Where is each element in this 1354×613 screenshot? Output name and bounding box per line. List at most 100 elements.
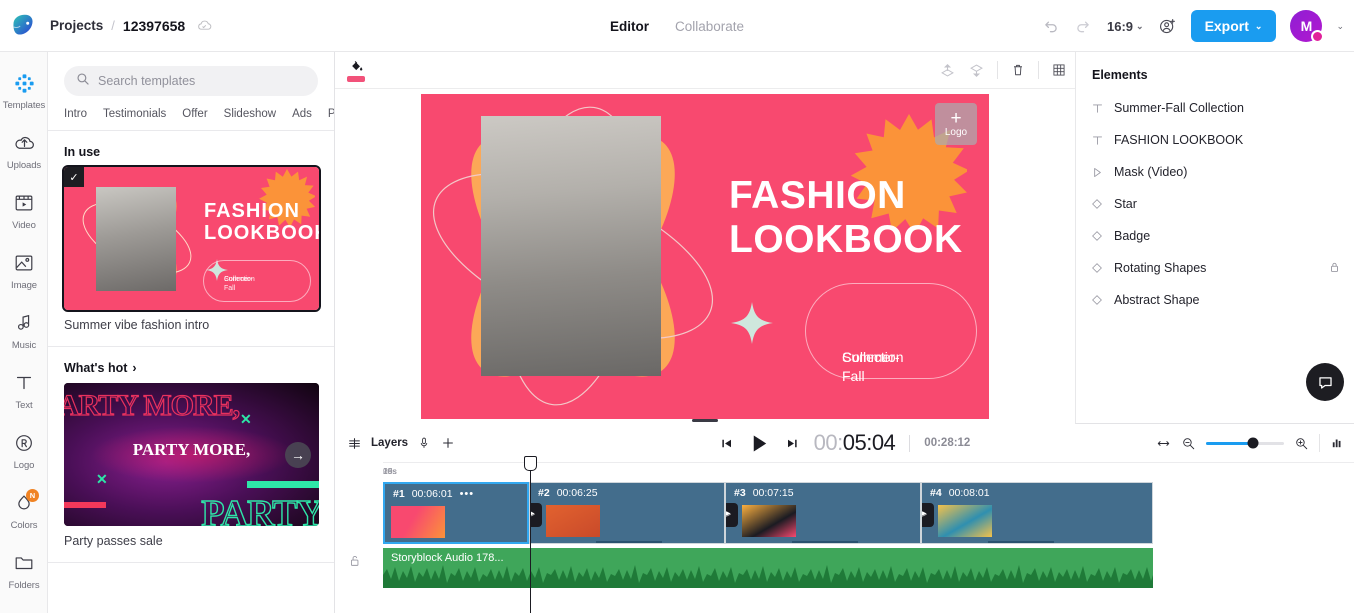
search-input[interactable] xyxy=(98,74,306,88)
template-thumbnail-party-passes[interactable]: ARTY MORE, PARTY MORE, PARTY ✕ ✕ → xyxy=(64,383,319,526)
sidebar-item-music[interactable]: Music xyxy=(0,310,47,370)
next-template-button[interactable]: → xyxy=(285,441,311,468)
table-row[interactable]: #4 00:08:01 xyxy=(921,482,1153,544)
table-row[interactable]: #1 00:06:01 ••• xyxy=(383,482,529,544)
canvas-resize-handle[interactable] xyxy=(692,419,718,422)
trash-icon[interactable] xyxy=(1010,62,1026,78)
sidebar-item-image[interactable]: Image xyxy=(0,250,47,310)
app-logo-icon[interactable] xyxy=(8,11,38,41)
audio-levels-icon[interactable] xyxy=(1330,436,1344,450)
clip-index: #2 xyxy=(538,487,550,499)
logo-placeholder[interactable]: + Logo xyxy=(935,103,977,145)
headline-text[interactable]: FASHION LOOKBOOK xyxy=(729,174,963,263)
cloud-saved-icon xyxy=(196,18,212,34)
grid-icon[interactable] xyxy=(1051,62,1067,78)
zoom-in-icon[interactable] xyxy=(1294,436,1309,451)
sidebar-label: Uploads xyxy=(6,160,42,171)
search-box[interactable] xyxy=(64,66,318,96)
zoom-out-icon[interactable] xyxy=(1181,436,1196,451)
sidebar-item-uploads[interactable]: Uploads xyxy=(0,130,47,190)
category-slideshow[interactable]: Slideshow xyxy=(224,108,276,120)
red-bar xyxy=(64,502,106,508)
slide-canvas[interactable]: FASHION LOOKBOOK Summer-Fall Collection … xyxy=(421,94,989,419)
sidebar-item-video[interactable]: Video xyxy=(0,190,47,250)
sidebar-item-templates[interactable]: Templates xyxy=(0,70,47,130)
clip-duration: 00:06:25 xyxy=(556,487,598,499)
sidebar-item-colors[interactable]: N Colors xyxy=(0,489,47,550)
sidebar-item-text[interactable]: Text xyxy=(0,370,47,430)
layers-icon[interactable] xyxy=(347,436,362,451)
avatar[interactable]: M xyxy=(1290,10,1325,43)
category-offer[interactable]: Offer xyxy=(182,108,207,120)
play-triangle-icon xyxy=(1090,166,1104,179)
aspect-ratio-selector[interactable]: 16:9 ⌄ xyxy=(1107,19,1144,34)
element-row-star[interactable]: Star xyxy=(1076,188,1354,220)
ruler-tick-25s: 25s xyxy=(383,466,397,476)
playhead[interactable] xyxy=(524,456,537,613)
send-backward-icon[interactable] xyxy=(968,62,985,79)
account-chevron-down-icon[interactable]: ⌄ xyxy=(1336,21,1344,32)
clip-duration: 00:08:01 xyxy=(948,487,990,499)
layers-label[interactable]: Layers xyxy=(371,437,408,449)
sidebar-item-logo[interactable]: Logo xyxy=(0,430,47,490)
caption-badge[interactable]: Summer-Fall Collection xyxy=(805,283,977,384)
skip-next-icon[interactable] xyxy=(785,436,800,451)
sidebar-label: Colors xyxy=(10,520,38,531)
playhead-handle[interactable] xyxy=(524,456,537,471)
category-intro[interactable]: Intro xyxy=(64,108,87,120)
sidebar-item-folders[interactable]: Folders xyxy=(0,550,47,610)
add-person-icon[interactable] xyxy=(1158,17,1177,36)
template-thumbnail-summer-vibe[interactable]: ✓ FASHION LOOKBOOK Summer-Fall Collectio… xyxy=(62,165,321,312)
unlock-icon[interactable] xyxy=(349,554,362,572)
tab-editor[interactable]: Editor xyxy=(610,19,649,34)
fill-color-tool[interactable] xyxy=(347,59,365,82)
chat-bubble-icon[interactable] xyxy=(1306,363,1344,401)
zoom-slider[interactable] xyxy=(1206,437,1284,449)
templates-grid-icon xyxy=(13,70,36,96)
breadcrumb-projects[interactable]: Projects xyxy=(50,18,103,33)
whats-hot-heading[interactable]: What's hot › xyxy=(48,347,334,383)
four-point-star-shape[interactable] xyxy=(731,302,773,344)
tab-collaborate[interactable]: Collaborate xyxy=(675,19,744,34)
current-time[interactable]: 00:05:04 xyxy=(814,430,896,456)
thumb-text-mid: PARTY MORE, xyxy=(132,440,251,460)
element-row-mask-video[interactable]: Mask (Video) xyxy=(1076,156,1354,188)
element-row-abstract-shape[interactable]: Abstract Shape xyxy=(1076,284,1354,316)
plus-icon[interactable] xyxy=(440,435,456,451)
bring-forward-icon[interactable] xyxy=(939,62,956,79)
element-label: FASHION LOOKBOOK xyxy=(1114,133,1244,147)
layers-badge-icon[interactable] xyxy=(922,503,934,527)
element-row-fashion-lookbook[interactable]: FASHION LOOKBOOK xyxy=(1076,124,1354,156)
element-row-summer-fall-collection[interactable]: Summer-Fall Collection xyxy=(1076,92,1354,124)
breadcrumb-project-id[interactable]: 12397658 xyxy=(123,18,185,34)
table-row[interactable]: #2 00:06:25 xyxy=(529,482,725,544)
play-icon[interactable] xyxy=(748,432,771,455)
export-button[interactable]: Export ⌄ xyxy=(1190,10,1277,42)
skip-previous-icon[interactable] xyxy=(719,436,734,451)
logo-placeholder-label: Logo xyxy=(944,126,968,138)
element-row-badge[interactable]: Badge xyxy=(1076,220,1354,252)
clip-menu-icon[interactable]: ••• xyxy=(460,488,475,500)
model-photo[interactable] xyxy=(481,116,661,376)
layers-badge-icon[interactable] xyxy=(726,503,738,527)
fit-width-icon[interactable] xyxy=(1156,436,1171,451)
element-label: Abstract Shape xyxy=(1114,293,1200,307)
lock-icon[interactable] xyxy=(1329,261,1340,276)
waveform xyxy=(383,565,1153,588)
toolbar-divider xyxy=(1319,434,1320,452)
fill-color-swatch[interactable] xyxy=(347,75,365,82)
hot-card: ARTY MORE, PARTY MORE, PARTY ✕ ✕ → xyxy=(48,383,334,526)
undo-icon[interactable] xyxy=(1041,17,1060,36)
element-label: Mask (Video) xyxy=(1114,165,1188,179)
category-testimonials[interactable]: Testimonials xyxy=(103,108,166,120)
selected-check-icon: ✓ xyxy=(64,167,84,187)
redo-icon[interactable] xyxy=(1074,17,1093,36)
category-ads[interactable]: Ads xyxy=(292,108,312,120)
table-row[interactable]: #3 00:07:15 xyxy=(725,482,921,544)
zoom-slider-knob[interactable] xyxy=(1247,437,1259,449)
audio-clip[interactable]: Storyblock Audio 178... xyxy=(383,548,1153,588)
microphone-icon[interactable] xyxy=(417,436,431,450)
category-presentations[interactable]: Prese xyxy=(328,108,334,120)
clip-header: #3 00:07:15 xyxy=(726,483,920,499)
element-row-rotating-shapes[interactable]: Rotating Shapes xyxy=(1076,252,1354,284)
